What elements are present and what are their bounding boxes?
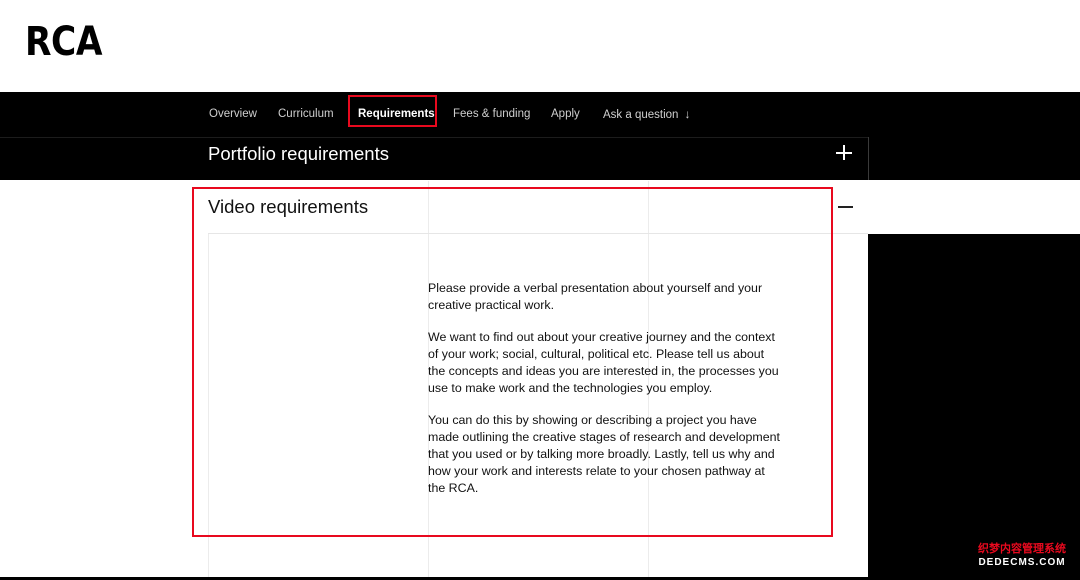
right-black-panel [868,234,1080,580]
video-section-highlight-box [192,187,833,537]
watermark: 织梦内容管理系统 DEDECMS.COM [968,543,1076,569]
portfolio-band-right [868,137,1080,180]
nav-item-overview[interactable]: Overview [209,92,257,137]
section-nav: Overview Curriculum Requirements Fees & … [0,92,1080,137]
portfolio-requirements-title[interactable]: Portfolio requirements [208,142,389,166]
minus-icon[interactable] [838,206,853,208]
nav-item-ask-question[interactable]: Ask a question ↓ [603,92,690,137]
arrow-down-icon: ↓ [684,107,691,121]
plus-icon[interactable] [836,144,854,162]
site-header: RCA [0,0,1080,92]
requirements-highlight-box [348,95,437,127]
watermark-line2: DEDECMS.COM [978,557,1066,568]
watermark-line1: 织梦内容管理系统 [978,543,1066,555]
nav-item-apply[interactable]: Apply [551,92,580,137]
nav-item-ask-question-label: Ask a question [603,109,679,121]
portfolio-accordion-header[interactable] [0,137,868,180]
nav-item-fees-funding[interactable]: Fees & funding [453,92,530,137]
nav-item-curriculum[interactable]: Curriculum [278,92,334,137]
rca-logo[interactable]: RCA [25,18,103,66]
